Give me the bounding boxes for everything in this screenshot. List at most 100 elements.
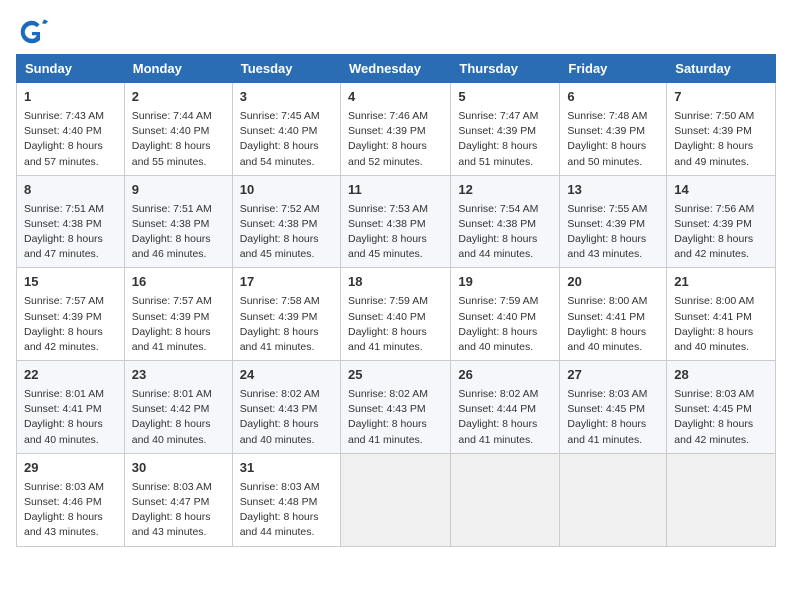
day-number: 5 bbox=[458, 88, 552, 107]
calendar-cell bbox=[451, 453, 560, 546]
sunrise: Sunrise: 8:02 AM bbox=[348, 388, 428, 400]
daylight: Daylight: 8 hours and 46 minutes. bbox=[132, 233, 211, 260]
day-number: 15 bbox=[24, 273, 117, 292]
sunset: Sunset: 4:45 PM bbox=[567, 403, 645, 415]
sunset: Sunset: 4:39 PM bbox=[567, 125, 645, 137]
sunrise: Sunrise: 8:03 AM bbox=[132, 481, 212, 493]
sunrise: Sunrise: 7:44 AM bbox=[132, 110, 212, 122]
sunset: Sunset: 4:44 PM bbox=[458, 403, 536, 415]
sunset: Sunset: 4:39 PM bbox=[240, 311, 318, 323]
calendar-cell: 15Sunrise: 7:57 AMSunset: 4:39 PMDayligh… bbox=[17, 268, 125, 361]
day-number: 22 bbox=[24, 366, 117, 385]
calendar-cell: 4 Sunrise: 7:46 AM Sunset: 4:39 PM Daylight… bbox=[340, 83, 450, 176]
daylight: Daylight: 8 hours and 43 minutes. bbox=[24, 511, 103, 538]
sunrise: Sunrise: 7:45 AM bbox=[240, 110, 320, 122]
day-number: 12 bbox=[458, 181, 552, 200]
day-number: 6 bbox=[567, 88, 659, 107]
daylight: Daylight: 8 hours and 42 minutes. bbox=[674, 418, 753, 445]
day-number: 4 bbox=[348, 88, 443, 107]
sunset: Sunset: 4:38 PM bbox=[348, 218, 426, 230]
sunset: Sunset: 4:38 PM bbox=[458, 218, 536, 230]
calendar-cell bbox=[667, 453, 776, 546]
calendar-cell: 27Sunrise: 8:03 AMSunset: 4:45 PMDayligh… bbox=[560, 361, 667, 454]
sunrise: Sunrise: 7:55 AM bbox=[567, 203, 647, 215]
daylight: Daylight: 8 hours and 40 minutes. bbox=[567, 326, 646, 353]
daylight: Daylight: 8 hours and 43 minutes. bbox=[132, 511, 211, 538]
daylight: Daylight: 8 hours and 40 minutes. bbox=[132, 418, 211, 445]
sunset: Sunset: 4:39 PM bbox=[348, 125, 426, 137]
daylight: Daylight: 8 hours and 44 minutes. bbox=[240, 511, 319, 538]
sunrise: Sunrise: 7:51 AM bbox=[24, 203, 104, 215]
calendar-cell bbox=[340, 453, 450, 546]
sunrise: Sunrise: 8:00 AM bbox=[674, 295, 754, 307]
daylight: Daylight: 8 hours and 41 minutes. bbox=[132, 326, 211, 353]
calendar-cell: 1Sunrise: 7:43 AMSunset: 4:40 PMDaylight… bbox=[17, 83, 125, 176]
calendar-cell bbox=[560, 453, 667, 546]
daylight: Daylight: 8 hours and 52 minutes. bbox=[348, 140, 427, 167]
sunset: Sunset: 4:41 PM bbox=[674, 311, 752, 323]
weekday-header: Tuesday bbox=[232, 55, 340, 83]
daylight: Daylight: 8 hours and 42 minutes. bbox=[674, 233, 753, 260]
sunrise: Sunrise: 7:59 AM bbox=[458, 295, 538, 307]
sunrise: Sunrise: 7:54 AM bbox=[458, 203, 538, 215]
logo-icon bbox=[16, 16, 48, 48]
sunrise: Sunrise: 7:43 AM bbox=[24, 110, 104, 122]
sunrise: Sunrise: 7:46 AM bbox=[348, 110, 428, 122]
sunrise: Sunrise: 7:57 AM bbox=[24, 295, 104, 307]
calendar-cell: 16Sunrise: 7:57 AMSunset: 4:39 PMDayligh… bbox=[124, 268, 232, 361]
sunrise: Sunrise: 8:02 AM bbox=[240, 388, 320, 400]
sunrise: Sunrise: 7:57 AM bbox=[132, 295, 212, 307]
day-number: 10 bbox=[240, 181, 333, 200]
calendar-cell: 7Sunrise: 7:50 AMSunset: 4:39 PMDaylight… bbox=[667, 83, 776, 176]
day-number: 29 bbox=[24, 459, 117, 478]
daylight: Daylight: 8 hours and 41 minutes. bbox=[458, 418, 537, 445]
sunset: Sunset: 4:39 PM bbox=[674, 125, 752, 137]
daylight: Daylight: 8 hours and 51 minutes. bbox=[458, 140, 537, 167]
daylight: Daylight: 8 hours and 40 minutes. bbox=[240, 418, 319, 445]
daylight: Daylight: 8 hours and 50 minutes. bbox=[567, 140, 646, 167]
day-number: 20 bbox=[567, 273, 659, 292]
calendar-cell: 30Sunrise: 8:03 AMSunset: 4:47 PMDayligh… bbox=[124, 453, 232, 546]
calendar-cell: 24Sunrise: 8:02 AMSunset: 4:43 PMDayligh… bbox=[232, 361, 340, 454]
sunset: Sunset: 4:38 PM bbox=[24, 218, 102, 230]
calendar-cell: 9 Sunrise: 7:51 AM Sunset: 4:38 PM Daylight… bbox=[124, 175, 232, 268]
day-number: 9 bbox=[132, 181, 225, 200]
sunset: Sunset: 4:39 PM bbox=[24, 311, 102, 323]
day-number: 11 bbox=[348, 181, 443, 200]
day-number: 25 bbox=[348, 366, 443, 385]
daylight: Daylight: 8 hours and 47 minutes. bbox=[24, 233, 103, 260]
sunset: Sunset: 4:39 PM bbox=[458, 125, 536, 137]
day-number: 8 bbox=[24, 181, 117, 200]
day-number: 16 bbox=[132, 273, 225, 292]
sunset: Sunset: 4:38 PM bbox=[132, 218, 210, 230]
day-number: 23 bbox=[132, 366, 225, 385]
daylight: Daylight: 8 hours and 45 minutes. bbox=[348, 233, 427, 260]
page-header bbox=[16, 16, 776, 48]
calendar-cell: 5 Sunrise: 7:47 AM Sunset: 4:39 PM Daylight… bbox=[451, 83, 560, 176]
day-number: 24 bbox=[240, 366, 333, 385]
sunrise: Sunrise: 7:58 AM bbox=[240, 295, 320, 307]
calendar-cell: 21Sunrise: 8:00 AMSunset: 4:41 PMDayligh… bbox=[667, 268, 776, 361]
daylight: Daylight: 8 hours and 45 minutes. bbox=[240, 233, 319, 260]
sunset: Sunset: 4:40 PM bbox=[240, 125, 318, 137]
day-number: 3 bbox=[240, 88, 333, 107]
calendar-week-row: 22Sunrise: 8:01 AMSunset: 4:41 PMDayligh… bbox=[17, 361, 776, 454]
sunset: Sunset: 4:41 PM bbox=[567, 311, 645, 323]
weekday-header: Friday bbox=[560, 55, 667, 83]
sunrise: Sunrise: 7:51 AM bbox=[132, 203, 212, 215]
calendar-cell: 10Sunrise: 7:52 AMSunset: 4:38 PMDayligh… bbox=[232, 175, 340, 268]
calendar-cell: 2Sunrise: 7:44 AMSunset: 4:40 PMDaylight… bbox=[124, 83, 232, 176]
calendar-cell: 19Sunrise: 7:59 AMSunset: 4:40 PMDayligh… bbox=[451, 268, 560, 361]
calendar-week-row: 29Sunrise: 8:03 AMSunset: 4:46 PMDayligh… bbox=[17, 453, 776, 546]
calendar-cell: 17Sunrise: 7:58 AMSunset: 4:39 PMDayligh… bbox=[232, 268, 340, 361]
daylight: Daylight: 8 hours and 43 minutes. bbox=[567, 233, 646, 260]
sunset: Sunset: 4:40 PM bbox=[132, 125, 210, 137]
sunrise: Sunrise: 8:01 AM bbox=[24, 388, 104, 400]
calendar-cell: 12Sunrise: 7:54 AMSunset: 4:38 PMDayligh… bbox=[451, 175, 560, 268]
calendar-cell: 28Sunrise: 8:03 AMSunset: 4:45 PMDayligh… bbox=[667, 361, 776, 454]
sunset: Sunset: 4:40 PM bbox=[348, 311, 426, 323]
day-number: 31 bbox=[240, 459, 333, 478]
day-number: 14 bbox=[674, 181, 768, 200]
daylight: Daylight: 8 hours and 40 minutes. bbox=[458, 326, 537, 353]
sunrise: Sunrise: 7:47 AM bbox=[458, 110, 538, 122]
